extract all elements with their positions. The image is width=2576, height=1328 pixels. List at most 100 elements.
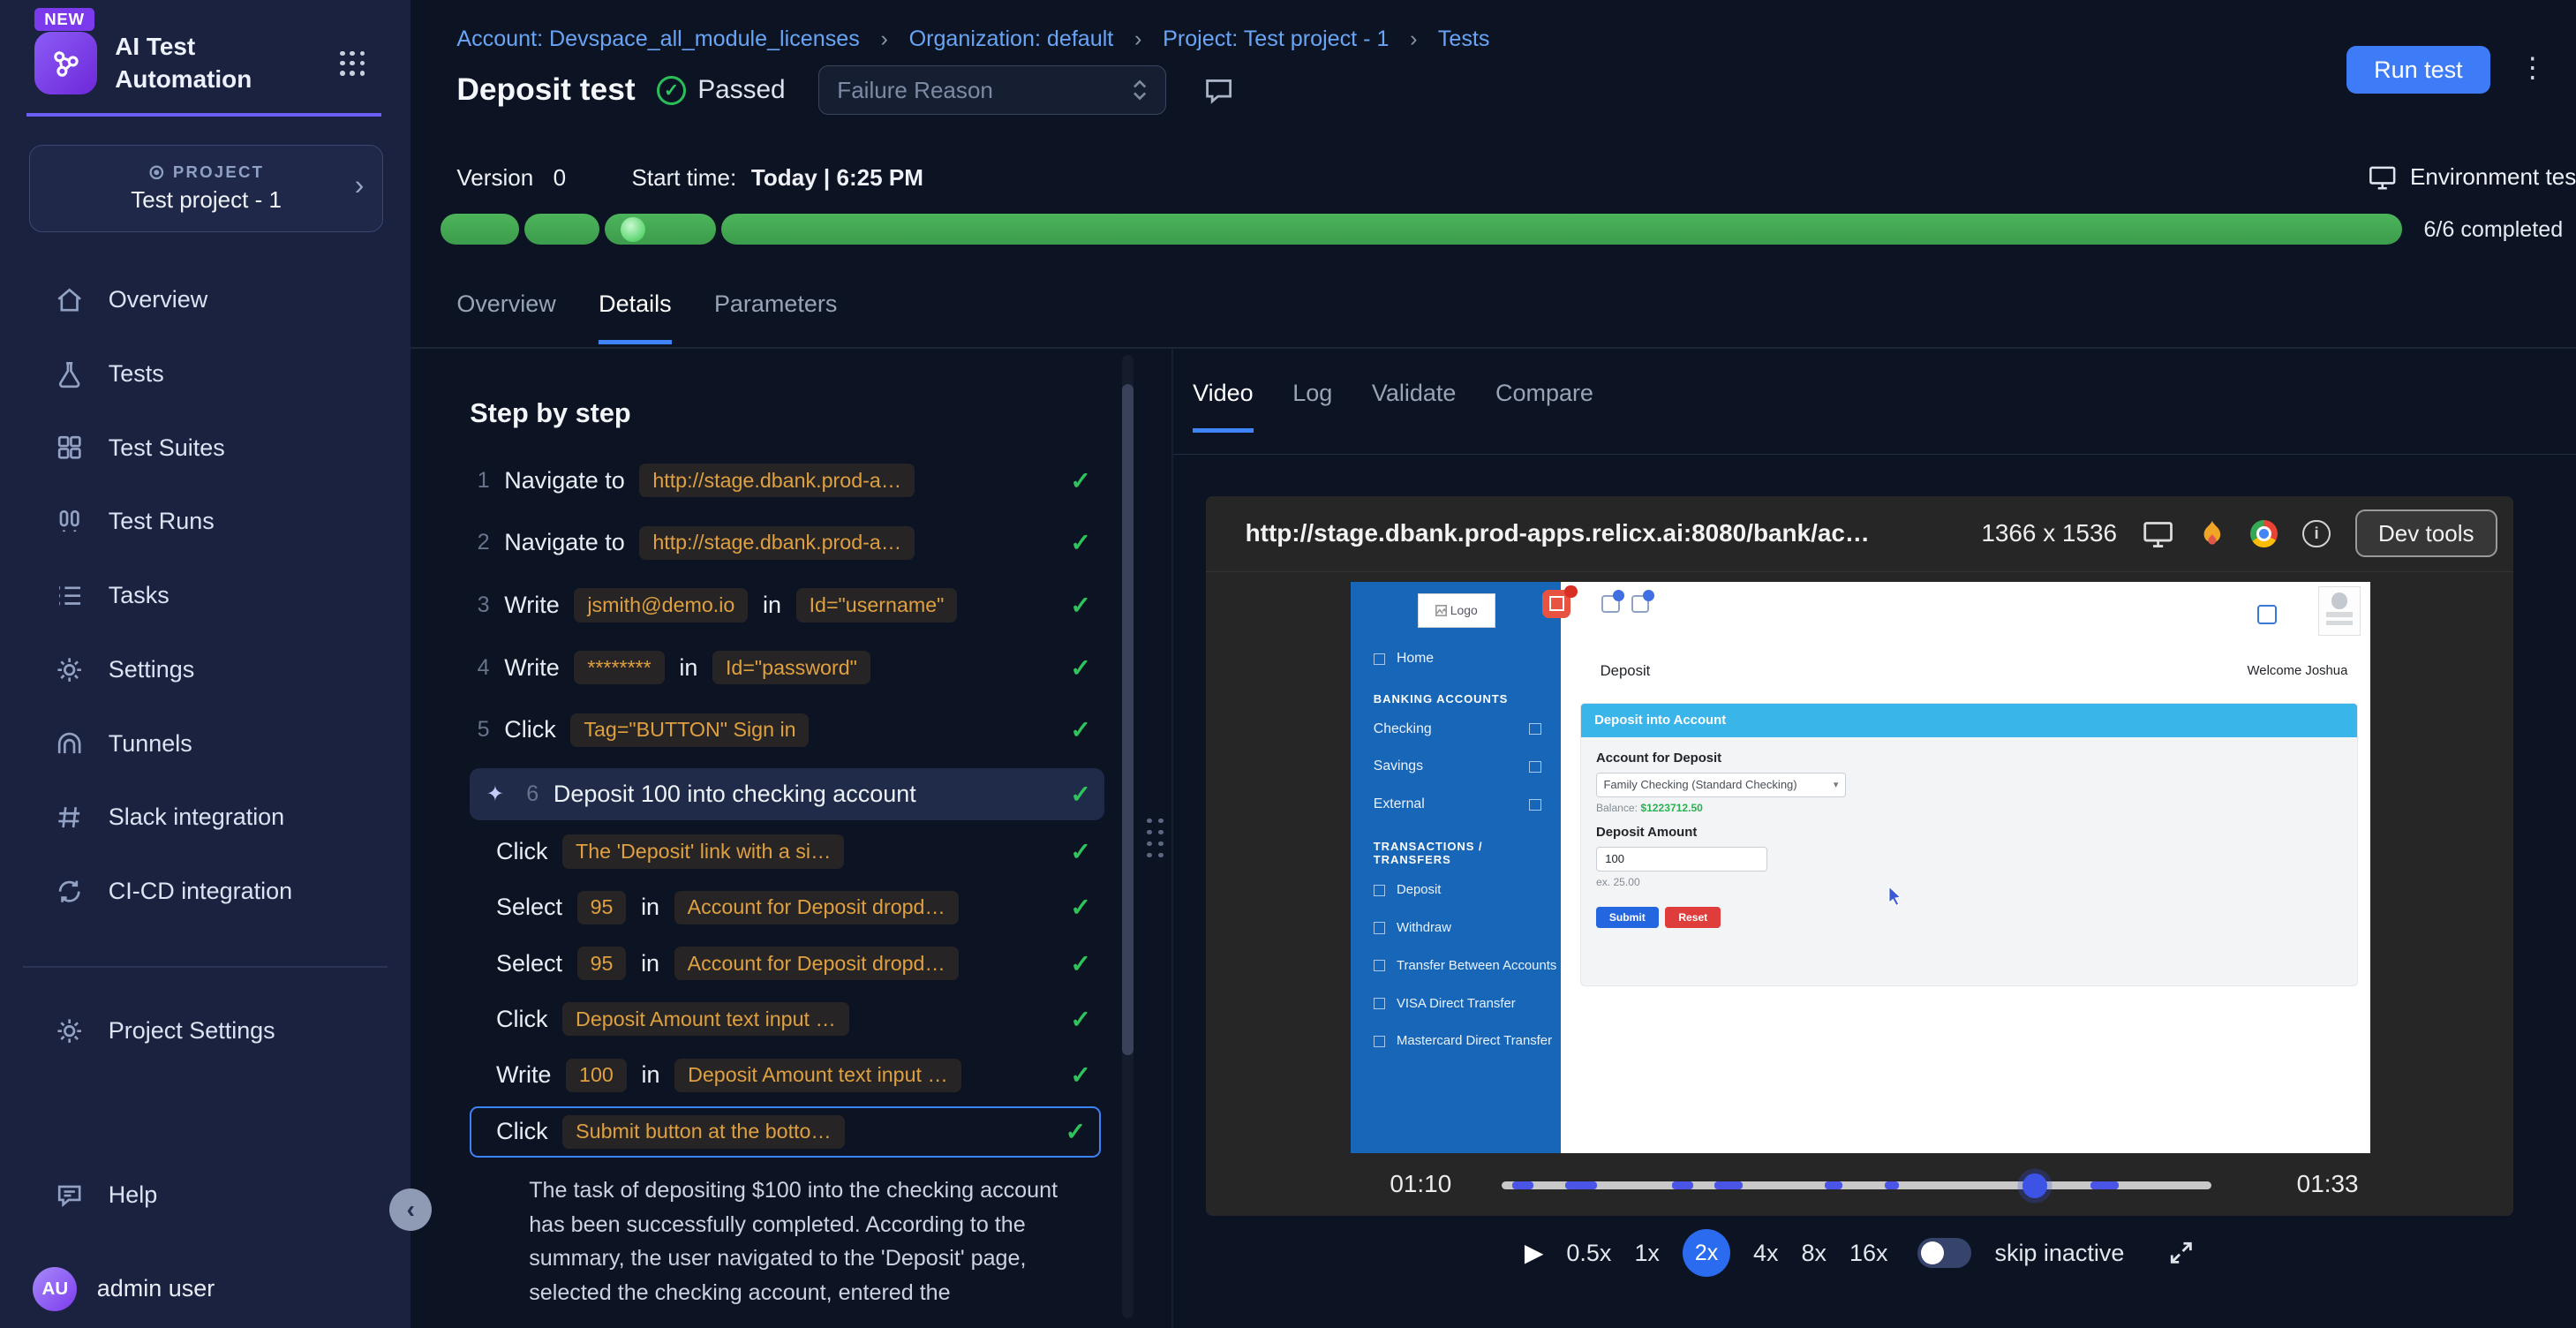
slack-icon — [54, 802, 85, 833]
checkbox-icon — [1529, 761, 1540, 773]
tab-details[interactable]: Details — [599, 290, 671, 343]
updown-chevron-icon — [1129, 78, 1150, 102]
timeline-playhead[interactable] — [2022, 1173, 2047, 1198]
bank-nav-withdraw: Withdraw — [1351, 909, 1561, 947]
step-row[interactable]: 3 Write jsmith@demo.io in Id="username" … — [441, 574, 1104, 637]
speed-2x[interactable]: 2x — [1683, 1229, 1730, 1277]
kebab-menu-icon[interactable]: ⋮ — [2519, 54, 2547, 82]
step-action: Write — [496, 1061, 551, 1089]
info-icon[interactable]: i — [2302, 520, 2331, 548]
breadcrumb-account[interactable]: Account: Devspace_all_module_licenses — [456, 26, 859, 51]
breadcrumb-organization[interactable]: Organization: default — [909, 26, 1114, 51]
video-timeline: 01:10 01:33 — [1206, 1157, 2513, 1216]
version-label: Version — [456, 164, 533, 192]
progress-segment — [721, 214, 2402, 245]
sidebar-item-tunnels[interactable]: Tunnels — [0, 706, 411, 781]
video-resolution: 1366 x 1536 — [1981, 519, 2117, 547]
substep-row[interactable]: Click The 'Deposit' link with a si… ✓ — [441, 824, 1104, 879]
sidebar-item-overview[interactable]: Overview — [0, 263, 411, 337]
sidebar-collapse-handle[interactable]: ‹ — [389, 1188, 432, 1231]
activity-marker — [2090, 1181, 2119, 1189]
speed-4x[interactable]: 4x — [1753, 1240, 1778, 1267]
sidebar-item-cicd[interactable]: CI-CD integration — [0, 855, 411, 929]
failure-reason-select[interactable]: Failure Reason — [818, 65, 1167, 115]
monitor-icon[interactable] — [2142, 517, 2174, 550]
tab-overview[interactable]: Overview — [456, 290, 555, 343]
breadcrumb-project[interactable]: Project: Test project - 1 — [1163, 26, 1389, 51]
badge-dot — [1613, 590, 1624, 601]
tab-video[interactable]: Video — [1193, 380, 1254, 433]
speed-16x[interactable]: 16x — [1849, 1240, 1887, 1267]
account-for-deposit-label: Account for Deposit — [1596, 751, 2340, 766]
step-target-tag: Tag="BUTTON" Sign in — [570, 713, 809, 747]
sidebar-item-test-runs[interactable]: Test Runs — [0, 485, 411, 559]
steps-scrollbar[interactable] — [1122, 355, 1134, 1318]
play-icon[interactable]: ▶ — [1525, 1241, 1543, 1265]
sidebar-item-tasks[interactable]: Tasks — [0, 559, 411, 633]
apps-grid-icon[interactable] — [340, 51, 365, 76]
substep-row[interactable]: Select 95 in Account for Deposit dropd… … — [441, 879, 1104, 935]
bank-content: Deposit Welcome Joshua Deposit into Acco… — [1561, 582, 2370, 1154]
timeline-track[interactable] — [1502, 1181, 2211, 1189]
badge-dot — [1564, 585, 1578, 599]
comment-icon[interactable] — [1202, 74, 1235, 107]
scrollbar-thumb[interactable] — [1122, 384, 1134, 1054]
substep-row[interactable]: Select 95 in Account for Deposit dropd… … — [441, 935, 1104, 991]
sidebar-item-slack[interactable]: Slack integration — [0, 781, 411, 855]
step-row[interactable]: 2 Navigate to http://stage.dbank.prod-a…… — [441, 511, 1104, 574]
tab-parameters[interactable]: Parameters — [714, 290, 837, 343]
project-name: Test project - 1 — [131, 186, 282, 214]
bank-nav-checking: Checking — [1351, 710, 1561, 748]
flame-icon[interactable] — [2199, 519, 2226, 548]
fullscreen-icon[interactable] — [2167, 1239, 2196, 1267]
step-action: Navigate to — [504, 467, 624, 494]
speed-0.5x[interactable]: 0.5x — [1566, 1240, 1611, 1267]
tab-validate[interactable]: Validate — [1372, 380, 1456, 433]
project-label: PROJECT — [173, 162, 264, 182]
main-area: Account: Devspace_all_module_licenses › … — [411, 0, 2576, 1328]
amount-hint: ex. 25.00 — [1596, 876, 2340, 888]
speed-1x[interactable]: 1x — [1634, 1240, 1659, 1267]
speed-8x[interactable]: 8x — [1802, 1240, 1827, 1267]
skip-inactive-toggle[interactable] — [1917, 1238, 1971, 1267]
sidebar-item-project-settings[interactable]: Project Settings — [0, 994, 411, 1068]
step-value-tag: 95 — [577, 891, 627, 924]
sidebar-item-settings[interactable]: Settings — [0, 632, 411, 706]
sidebar-item-help[interactable]: Help — [0, 1158, 411, 1233]
breadcrumb-tests[interactable]: Tests — [1438, 26, 1490, 51]
check-icon: ✓ — [1070, 591, 1090, 620]
step-action: Write — [504, 592, 559, 619]
step-row[interactable]: 5 Click Tag="BUTTON" Sign in ✓ — [441, 699, 1104, 762]
panel-resize-handle[interactable] — [1147, 819, 1164, 858]
substep-row[interactable]: Click Deposit Amount text input … ✓ — [441, 992, 1104, 1047]
cicd-icon — [54, 876, 85, 907]
substep-row[interactable]: Write 100 in Deposit Amount text input …… — [441, 1047, 1104, 1103]
video-panel: Video Log Validate Compare http://stage.… — [1173, 349, 2576, 1328]
tab-log[interactable]: Log — [1292, 380, 1332, 433]
run-test-button[interactable]: Run test — [2346, 46, 2491, 94]
gear-icon — [54, 1015, 85, 1046]
step-value-tag: 100 — [566, 1059, 627, 1092]
tab-compare[interactable]: Compare — [1495, 380, 1593, 433]
grid-icon — [54, 432, 85, 463]
step-row[interactable]: 1 Navigate to http://stage.dbank.prod-a…… — [441, 449, 1104, 512]
environment-label: Environment test — [2410, 163, 2576, 191]
activity-marker — [1714, 1181, 1743, 1189]
sidebar-item-tests[interactable]: Tests — [0, 336, 411, 411]
step-row[interactable]: 4 Write ******** in Id="password" ✓ — [441, 637, 1104, 699]
bank-page-title: Deposit — [1601, 662, 1651, 680]
flask-icon — [54, 358, 85, 389]
dev-tools-button[interactable]: Dev tools — [2355, 509, 2497, 557]
sidebar-item-test-suites[interactable]: Test Suites — [0, 411, 411, 485]
step-target-tag: Account for Deposit dropd… — [674, 891, 959, 924]
step-group-row[interactable]: ✦ 6 Deposit 100 into checking account ✓ — [470, 768, 1103, 821]
chrome-icon[interactable] — [2250, 520, 2278, 548]
video-frame[interactable]: Logo Home BANKING ACCOUNTS Checking Savi… — [1351, 582, 2371, 1154]
user-menu[interactable]: AU admin user — [33, 1267, 215, 1311]
substep-row-selected[interactable]: Click Submit button at the botto… ✓ — [470, 1106, 1101, 1158]
project-selector[interactable]: PROJECT Test project - 1 › — [29, 145, 382, 232]
step-conjunction: in — [679, 654, 697, 682]
step-target-tag: Deposit Amount text input … — [674, 1059, 960, 1092]
activity-marker — [1825, 1181, 1842, 1189]
check-icon: ✓ — [1070, 837, 1090, 866]
